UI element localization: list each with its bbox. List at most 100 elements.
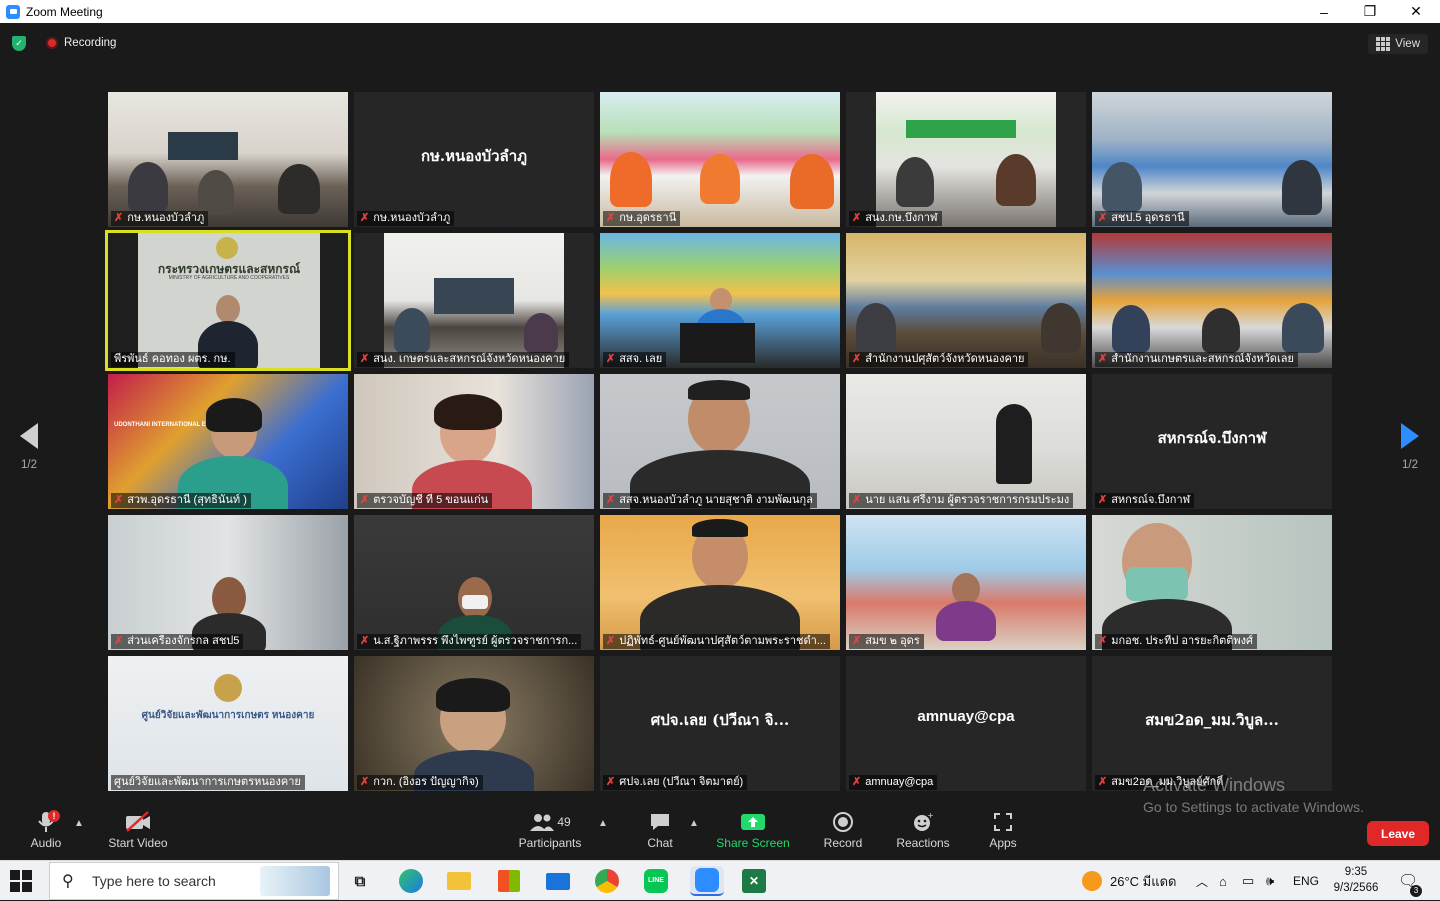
video-tile[interactable]: สมข2อด_มม.วิบูล... ✗ สมข2อด_มม.วิบูลย์ศัก… — [1092, 656, 1332, 791]
minimize-button[interactable]: – — [1301, 0, 1347, 23]
video-tile[interactable]: ✗ สสจ. เลย — [600, 233, 840, 368]
video-tile[interactable]: ✗ กษ.หนองบัวลำภู — [108, 92, 348, 227]
participant-name: สนง. เกษตรและสหกรณ์จังหวัดหนองคาย — [373, 353, 566, 365]
file-explorer-icon[interactable] — [444, 866, 474, 896]
video-tile[interactable]: ศปจ.เลย (ปวีณา จิ... ✗ ศปจ.เลย (ปวีณา จิต… — [600, 656, 840, 791]
page-indicator-right: 1/2 — [1402, 459, 1418, 471]
mic-muted-icon: ✗ — [606, 635, 616, 647]
video-tile[interactable]: ✗ สำนักงานเกษตรและสหกรณ์จังหวัดเลย — [1092, 233, 1332, 368]
participant-name: สสจ. เลย — [619, 353, 663, 365]
participant-name-bar: ✗ กษ.หนองบัวลำภู — [111, 211, 209, 226]
reactions-label: Reactions — [896, 836, 950, 850]
task-view-icon[interactable]: ⧉ — [345, 866, 375, 896]
excel-icon[interactable]: ✕ — [739, 866, 769, 896]
taskbar-search-box[interactable]: ⚲ Type here to search — [49, 862, 339, 900]
volume-icon[interactable]: 🕪 — [1266, 861, 1274, 901]
mic-muted-icon: ✗ — [360, 635, 370, 647]
line-app-icon[interactable]: LINE — [641, 866, 671, 896]
participant-name: นาย แสน ศรีงาม ผู้ตรวจราชการกรมประมง — [865, 494, 1070, 506]
chat-options-caret-icon[interactable]: ▲ — [689, 818, 699, 829]
video-tile[interactable]: ✗ สนง. เกษตรและสหกรณ์จังหวัดหนองคาย — [354, 233, 594, 368]
edge-browser-icon[interactable] — [396, 866, 426, 896]
mic-muted-icon: ✗ — [852, 353, 862, 365]
participant-name: ปฏิพัทธ์-ศูนย์พัฒนาปศุสัตว์ตามพระราชดำ..… — [619, 635, 826, 647]
participant-name: amnuay@cpa — [865, 776, 934, 788]
weather-widget[interactable]: 26°C มีแดด — [1082, 861, 1177, 901]
participant-name-bar: ✗ ปฏิพัทธ์-ศูนย์พัฒนาปศุสัตว์ตามพระราชดำ.… — [603, 634, 830, 649]
participants-options-caret-icon[interactable]: ▲ — [598, 818, 608, 829]
maximize-button[interactable]: ❐ — [1347, 0, 1393, 23]
video-tile[interactable]: ✗ สมข ๒ อุดร — [846, 515, 1086, 650]
chat-button[interactable]: Chat — [640, 808, 680, 850]
participant-name: สมข ๒ อุดร — [865, 635, 920, 647]
audio-button[interactable]: ! Audio — [26, 808, 66, 850]
participant-name: กษ.หนองบัวลำภู — [127, 212, 205, 224]
video-tile-active-speaker[interactable]: กระทรวงเกษตรและสหกรณ์ MINISTRY OF AGRICU… — [105, 230, 351, 371]
start-video-button[interactable]: Start Video — [104, 808, 172, 850]
video-tile[interactable]: ✗ ส่วนเครื่องจักรกล สชป5 — [108, 515, 348, 650]
input-language[interactable]: ENG — [1293, 861, 1319, 901]
microsoft-store-icon[interactable] — [494, 866, 524, 896]
participant-name: ศปจ.เลย (ปวีณา จิตมาตย์) — [619, 776, 744, 788]
participant-name-bar: ✗ กษ.หนองบัวลำภู — [357, 211, 455, 226]
video-tile[interactable]: ✗ มกอช. ประทีป อารยะกิตติพงศ์ — [1092, 515, 1332, 650]
video-tile[interactable]: ✗ สชป.5 อุดรธานี — [1092, 92, 1332, 227]
weather-text: 26°C มีแดด — [1110, 873, 1177, 889]
video-tile[interactable]: ✗ นาย แสน ศรีงาม ผู้ตรวจราชการกรมประมง — [846, 374, 1086, 509]
video-tile[interactable]: ศูนย์วิจัยและพัฒนาการเกษตร หนองคาย ศูนย์… — [108, 656, 348, 791]
windows-start-icon[interactable] — [10, 870, 32, 892]
participant-name-bar: ✗ ศปจ.เลย (ปวีณา จิตมาตย์) — [603, 775, 748, 790]
record-button[interactable]: Record — [818, 808, 868, 850]
mic-muted-icon: ✗ — [114, 212, 124, 224]
previous-page-button[interactable]: 1/2 — [14, 423, 44, 471]
chrome-browser-icon[interactable] — [592, 866, 622, 896]
recording-label: Recording — [64, 37, 117, 49]
recording-indicator[interactable]: Recording — [46, 37, 116, 49]
notifications-icon[interactable]: 🗨 3 — [1398, 861, 1422, 901]
video-tile[interactable]: ✗ สำนักงานปศุสัตว์จังหวัดหนองคาย — [846, 233, 1086, 368]
meet-now-icon[interactable]: ⌂ — [1219, 861, 1227, 901]
close-button[interactable]: ✕ — [1393, 0, 1439, 23]
arrow-right-icon — [1401, 423, 1419, 449]
video-tile[interactable]: amnuay@cpa ✗ amnuay@cpa — [846, 656, 1086, 791]
watermark-subtitle: Go to Settings to activate Windows. — [1143, 799, 1364, 815]
video-tile[interactable]: ✗ ตรวจบัญชี ที่ 5 ขอนแก่น — [354, 374, 594, 509]
search-icon: ⚲ — [62, 873, 74, 890]
participant-name-bar: ✗ สสจ.หนองบัวลำภู นายสุชาติ งามพัฒนกุล — [603, 493, 817, 508]
next-page-button[interactable]: 1/2 — [1395, 423, 1425, 471]
share-screen-icon — [716, 808, 790, 836]
participant-name-bar: ✗ ส่วนเครื่องจักรกล สชป5 — [111, 634, 244, 649]
participant-name: กวก. (อิงอร ปัญญากิจ) — [373, 776, 479, 788]
apps-button[interactable]: Apps — [983, 808, 1023, 850]
leave-button[interactable]: Leave — [1367, 821, 1429, 846]
video-tile[interactable]: สหกรณ์จ.บึงกาฬ ✗ สหกรณ์จ.บึงกาฬ — [1092, 374, 1332, 509]
video-tile[interactable]: ✗ น.ส.ฐิภาพรรร พึ่งไพฑูรย์ ผู้ตรวจราชการก… — [354, 515, 594, 650]
participant-name-bar: ✗ มกอช. ประทีป อารยะกิตติพงศ์ — [1095, 634, 1257, 649]
zoom-taskbar-icon[interactable] — [690, 866, 724, 896]
video-tile[interactable]: UDONTHANI INTERNATIONAL EXPO 2026 ✗ สวพ.อ… — [108, 374, 348, 509]
show-hidden-icons-chevron-icon[interactable]: ︿ — [1196, 861, 1208, 901]
video-tile[interactable]: กษ.หนองบัวลำภู ✗ กษ.หนองบัวลำภู — [354, 92, 594, 227]
view-button[interactable]: View — [1368, 34, 1428, 54]
sun-icon — [1082, 871, 1102, 891]
participant-name-bar: ✗ สำนักงานปศุสัตว์จังหวัดหนองคาย — [849, 352, 1029, 367]
network-icon[interactable]: ▭ — [1242, 861, 1254, 901]
video-tile[interactable]: ✗ กวก. (อิงอร ปัญญากิจ) — [354, 656, 594, 791]
mail-icon[interactable] — [543, 866, 573, 896]
video-tile[interactable]: ✗ สสจ.หนองบัวลำภู นายสุชาติ งามพัฒนกุล — [600, 374, 840, 509]
audio-options-caret-icon[interactable]: ▲ — [74, 818, 84, 829]
mic-muted-icon: ✗ — [852, 494, 862, 506]
window-titlebar: Zoom Meeting – ❐ ✕ — [0, 0, 1440, 23]
taskbar-clock[interactable]: 9:35 9/3/2566 — [1326, 864, 1386, 896]
video-tile[interactable]: ✗ กษ.อุดรธานี — [600, 92, 840, 227]
mic-muted-icon: ✗ — [606, 494, 616, 506]
reactions-button[interactable]: + Reactions — [893, 808, 953, 850]
video-tile[interactable]: ✗ สนง.กษ.บึงกาฬ — [846, 92, 1086, 227]
encryption-shield-icon[interactable]: ✓ — [12, 36, 26, 51]
participants-label: Participants — [518, 836, 582, 850]
participants-button[interactable]: 49 Participants — [516, 808, 584, 850]
search-placeholder: Type here to search — [92, 873, 216, 889]
share-screen-button[interactable]: Share Screen — [716, 808, 790, 850]
participant-name-bar: ✗ สำนักงานเกษตรและสหกรณ์จังหวัดเลย — [1095, 352, 1298, 367]
video-tile[interactable]: ✗ ปฏิพัทธ์-ศูนย์พัฒนาปศุสัตว์ตามพระราชดำ.… — [600, 515, 840, 650]
